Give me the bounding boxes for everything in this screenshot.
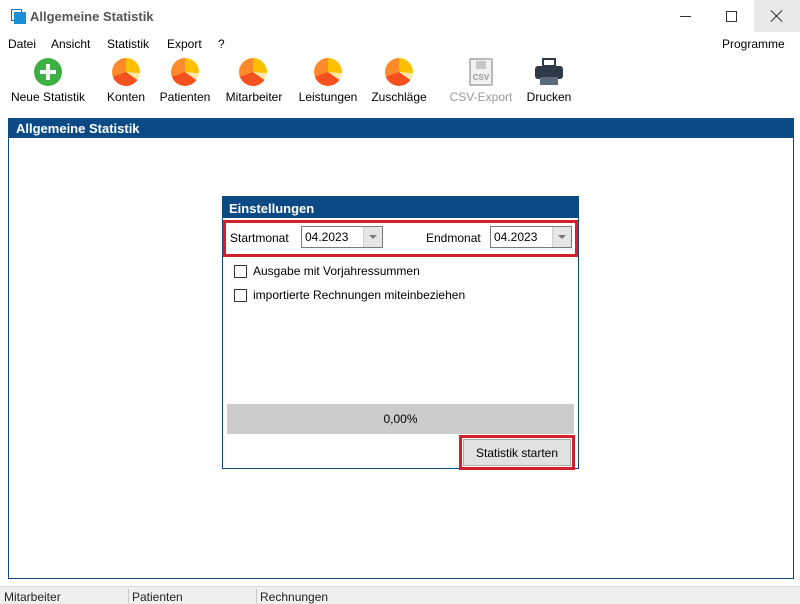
status-divider (128, 589, 129, 603)
pie-chart-icon (171, 58, 201, 88)
menu-export[interactable]: Export (167, 37, 202, 51)
start-button-highlight: Statistik starten (459, 435, 575, 470)
status-patienten: Patienten (132, 590, 183, 604)
pie-chart-icon (314, 58, 344, 88)
printer-icon (534, 58, 564, 88)
window-title: Allgemeine Statistik (30, 9, 154, 24)
start-month-select[interactable]: 04.2023 (301, 226, 383, 248)
pie-chart-icon (239, 58, 269, 88)
toolbar: Neue Statistik Konten Patienten Mitarbei… (0, 54, 800, 110)
section-title: Allgemeine Statistik (8, 118, 794, 138)
toolbar-label: CSV-Export (449, 90, 513, 104)
close-button[interactable] (754, 0, 800, 32)
mitarbeiter-button[interactable]: Mitarbeiter (220, 54, 288, 108)
konten-button[interactable]: Konten (102, 54, 150, 108)
pie-chart-icon (385, 58, 415, 88)
month-range-row: Startmonat 04.2023 Endmonat 04.2023 (223, 220, 578, 257)
minimize-icon (679, 15, 691, 17)
title-bar: Allgemeine Statistik (0, 0, 800, 34)
csv-file-icon: CSV (466, 58, 496, 88)
patienten-button[interactable]: Patienten (155, 54, 215, 108)
status-rechnungen: Rechnungen (260, 590, 329, 604)
maximize-button[interactable] (708, 0, 754, 32)
maximize-icon (725, 10, 737, 22)
zuschlaege-button[interactable]: Zuschläge (367, 54, 431, 108)
new-statistic-button[interactable]: Neue Statistik (4, 54, 92, 108)
imported-invoices-label: importierte Rechnungen miteinbeziehen (253, 288, 466, 302)
menu-ansicht[interactable]: Ansicht (51, 37, 90, 51)
start-month-value: 04.2023 (305, 230, 349, 244)
toolbar-label: Drucken (526, 90, 572, 104)
end-month-value: 04.2023 (494, 230, 538, 244)
print-button[interactable]: Drucken (522, 54, 576, 108)
close-icon (770, 9, 784, 23)
status-divider (256, 589, 257, 603)
status-bar: Mitarbeiter Patienten Rechnungen (0, 586, 800, 604)
menu-programme[interactable]: Programme (722, 37, 785, 51)
settings-title: Einstellungen (223, 197, 578, 218)
end-month-label: Endmonat (426, 231, 481, 245)
menu-bar: Datei Ansicht Statistik Export ? Program… (0, 34, 800, 54)
start-month-label: Startmonat (230, 231, 289, 245)
menu-help[interactable]: ? (218, 37, 225, 51)
start-statistic-button[interactable]: Statistik starten (463, 439, 571, 466)
app-icon (11, 9, 26, 24)
chevron-down-icon[interactable] (363, 227, 382, 247)
progress-bar: 0,00% (227, 404, 574, 434)
progress-text: 0,00% (383, 412, 418, 426)
chevron-down-icon[interactable] (552, 227, 571, 247)
csv-export-button[interactable]: CSV CSV-Export (444, 54, 518, 108)
status-mitarbeiter: Mitarbeiter (4, 590, 61, 604)
imported-invoices-checkbox[interactable] (234, 289, 247, 302)
leistungen-button[interactable]: Leistungen (294, 54, 362, 108)
previous-year-label: Ausgabe mit Vorjahressummen (253, 264, 420, 278)
toolbar-label: Neue Statistik (10, 90, 86, 104)
end-month-select[interactable]: 04.2023 (490, 226, 572, 248)
previous-year-checkbox[interactable] (234, 265, 247, 278)
toolbar-label: Zuschläge (371, 90, 427, 104)
settings-panel: Einstellungen Startmonat 04.2023 Endmona… (222, 196, 579, 470)
toolbar-label: Patienten (159, 90, 211, 104)
menu-datei[interactable]: Datei (8, 37, 36, 51)
toolbar-label: Leistungen (298, 90, 358, 104)
pie-chart-icon (112, 58, 142, 88)
add-circle-icon (34, 58, 64, 88)
toolbar-label: Mitarbeiter (225, 90, 283, 104)
minimize-button[interactable] (662, 0, 708, 32)
menu-statistik[interactable]: Statistik (107, 37, 149, 51)
toolbar-label: Konten (106, 90, 146, 104)
